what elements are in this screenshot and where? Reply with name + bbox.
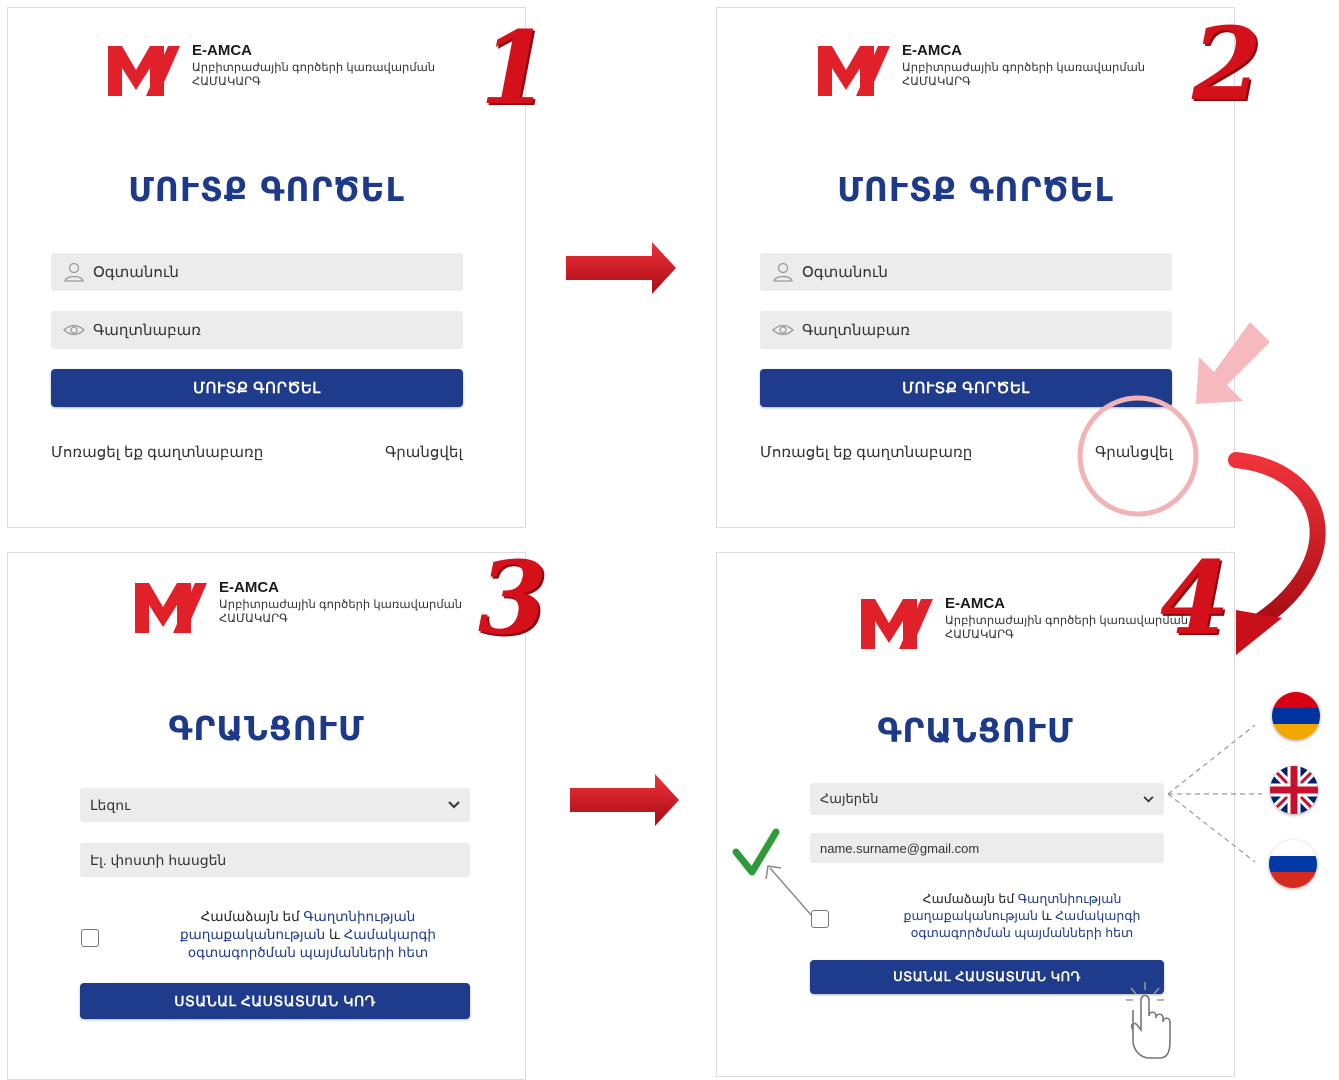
language-connector-lines [1167, 724, 1262, 863]
russia-flag-icon[interactable] [1269, 840, 1317, 888]
hand-cursor-icon [1130, 994, 1171, 1059]
tutorial-overlay [566, 242, 1326, 1059]
curved-arrow-icon [1228, 452, 1326, 655]
uk-flag-icon[interactable] [1270, 766, 1318, 814]
highlight-circle-icon [1077, 395, 1199, 517]
thin-arrow-icon [765, 865, 813, 917]
armenia-flag-icon[interactable] [1272, 692, 1320, 740]
arrow-right-icon [570, 774, 679, 826]
arrow-right-icon [566, 242, 676, 294]
pointer-arrow-icon [1196, 322, 1270, 404]
